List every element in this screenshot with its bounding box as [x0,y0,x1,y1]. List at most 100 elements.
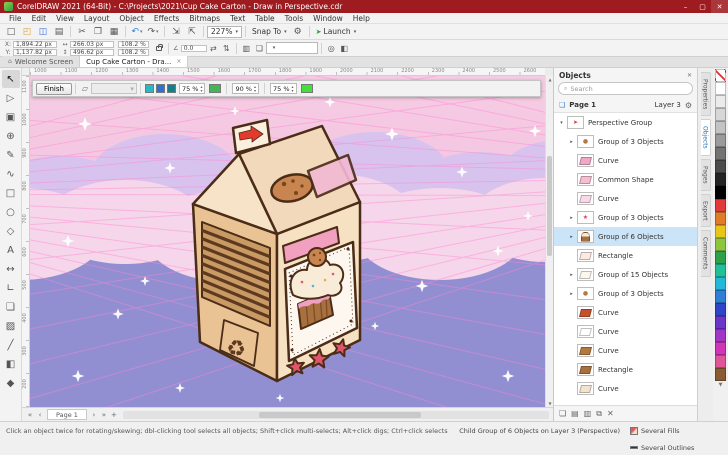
finish-button[interactable]: Finish [36,83,72,95]
objects-tree-item[interactable]: Curve [554,341,697,360]
objects-tree-item[interactable]: ▾➤Perspective Group [554,113,697,132]
menu-table[interactable]: Table [250,14,279,23]
vertical-ruler[interactable]: 11001000900800700600500400300200 [22,76,30,407]
duplicate-icon[interactable]: ⧉ [596,409,602,419]
export-icon[interactable]: ⇱ [185,25,199,38]
mirror-vertical-button[interactable]: ⇅ [220,42,233,55]
eyedropper-tool[interactable]: ╱ [2,336,20,354]
pick-tool[interactable]: ↖ [2,70,20,88]
grid-opacity-field[interactable]: 90 %▴▾ [232,83,259,94]
color-swatch[interactable] [715,225,726,238]
delete-icon[interactable]: ✕ [607,409,614,418]
first-page-button[interactable]: « [25,411,35,419]
line-opacity-field[interactable]: 75 %▴▾ [179,83,206,94]
layer-name[interactable]: Layer 3 [655,101,681,109]
expander-icon[interactable]: ▸ [567,291,576,297]
no-color-swatch[interactable] [715,69,726,82]
paste-icon[interactable]: ▦ [107,25,121,38]
color-swatch[interactable] [715,277,726,290]
lock-ratio-icon[interactable] [156,46,162,51]
new-document-icon[interactable]: □ [4,25,18,38]
freehand-tool[interactable]: ✎ [2,146,20,164]
docker-close-icon[interactable]: ✕ [687,72,692,79]
color-swatch[interactable] [715,160,726,173]
ellipse-tool[interactable]: ○ [2,203,20,221]
objects-tree-item[interactable]: Curve [554,151,697,170]
polygon-tool[interactable]: ◇ [2,222,20,240]
color-swatch[interactable] [715,173,726,186]
y-position-field[interactable]: 1,137.82 px [13,49,57,56]
menu-layout[interactable]: Layout [79,14,115,23]
import-icon[interactable]: ⇲ [169,25,183,38]
expander-icon[interactable]: ▸ [567,215,576,221]
next-page-button[interactable]: › [89,411,99,419]
page-tab[interactable]: Page 1 [47,409,87,420]
color-swatch[interactable] [715,290,726,303]
object-width-field[interactable]: 266.03 px [70,41,114,48]
previous-page-button[interactable]: ‹ [35,411,45,419]
objects-tree-item[interactable]: Curve [554,379,697,398]
color-swatch[interactable] [715,264,726,277]
line-color-swatch[interactable] [209,84,221,93]
docker-tab-export[interactable]: Export [701,194,711,228]
mirror-horizontal-button[interactable]: ⇄ [207,42,220,55]
scale-horizontal-field[interactable]: 108.2 % [118,41,149,48]
color-swatch[interactable] [715,368,726,381]
expander-icon[interactable]: ▸ [567,139,576,145]
edit-fill-button[interactable]: ◧ [338,42,351,55]
horizontal-scrollbar[interactable] [123,411,549,419]
objects-tree-item[interactable]: Curve [554,189,697,208]
menu-file[interactable]: File [4,14,27,23]
text-tool[interactable]: A [2,241,20,259]
close-button[interactable]: ✕ [711,0,728,13]
document-tab[interactable]: Cup Cake Carton - Dra...× [80,56,188,67]
objects-tree-item[interactable]: Curve [554,322,697,341]
interactive-fill-tool[interactable]: ◧ [2,355,20,373]
objects-tree-item[interactable]: Curve [554,303,697,322]
docker-options-gear-icon[interactable]: ⚙ [685,101,692,110]
objects-tree-item[interactable]: ▸★Group of 3 Objects [554,208,697,227]
docker-tab-pages[interactable]: Pages [701,159,711,191]
color-swatch[interactable] [715,199,726,212]
objects-tree-item[interactable]: ▸●Group of 3 Objects [554,284,697,303]
menu-help[interactable]: Help [348,14,375,23]
objects-tree-item[interactable]: ▸Group of 15 Objects [554,265,697,284]
menu-object[interactable]: Object [114,14,148,23]
minimize-button[interactable]: – [677,0,694,13]
expander-icon[interactable]: ▾ [557,120,566,126]
save-icon[interactable]: ◫ [36,25,50,38]
plane-color-swatch[interactable] [301,84,313,93]
object-height-field[interactable]: 496.62 px [70,49,114,56]
drop-shadow-tool[interactable]: ❏ [2,298,20,316]
color-swatch[interactable] [715,147,726,160]
vertical-scroll-thumb[interactable] [547,156,552,256]
undo-icon[interactable]: ↶▾ [130,25,144,38]
drawing-canvas[interactable]: ♻ [30,76,545,407]
plane-x-toggle-icon[interactable] [145,84,154,93]
color-swatch[interactable] [715,329,726,342]
perspective-type-icon[interactable]: ▱ [79,83,91,95]
menu-effects[interactable]: Effects [149,14,185,23]
expander-icon[interactable]: ▸ [567,272,576,278]
plane-y-toggle-icon[interactable] [156,84,165,93]
horizontal-scroll-thumb[interactable] [259,412,421,418]
zoom-level-select[interactable]: 227% ▾ [207,26,242,38]
objects-tree-item[interactable]: Common Shape [554,170,697,189]
print-icon[interactable]: ▤ [52,25,66,38]
menu-edit[interactable]: Edit [27,14,52,23]
color-swatch[interactable] [715,316,726,329]
redo-icon[interactable]: ↷▾ [146,25,160,38]
launch-select[interactable]: ➤ Launch ▾ [313,26,360,38]
connector-tool[interactable]: ∟ [2,279,20,297]
maximize-button[interactable]: ▢ [694,0,711,13]
docker-tab-comments[interactable]: Comments [701,230,711,277]
vertical-scrollbar[interactable]: ▲ ▼ [545,76,553,407]
color-swatch[interactable] [715,95,726,108]
zoom-tool[interactable]: ⊕ [2,127,20,145]
objects-tree-item[interactable]: Rectangle [554,360,697,379]
outline-status[interactable]: Several Outlines [630,444,722,452]
search-input[interactable]: ⌕ Search [558,82,693,95]
color-swatch[interactable] [715,108,726,121]
color-swatch[interactable] [715,121,726,134]
color-swatch[interactable] [715,342,726,355]
